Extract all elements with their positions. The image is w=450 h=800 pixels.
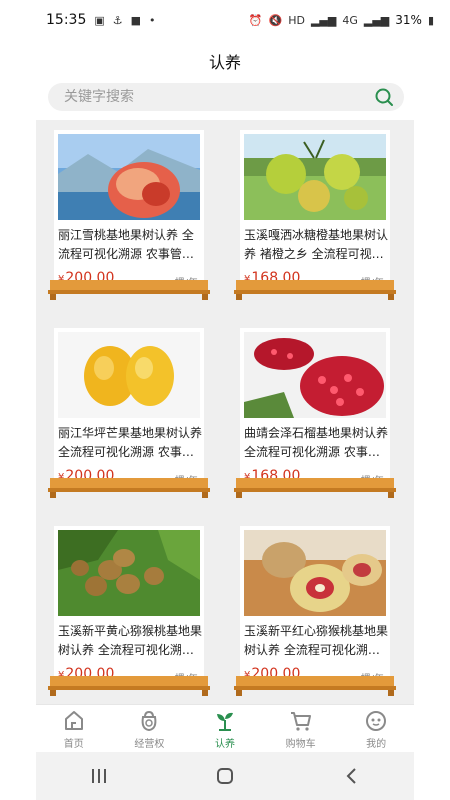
- mute-icon: 🔇: [268, 13, 283, 27]
- alarm-icon: ⏰: [248, 13, 263, 27]
- card-body[interactable]: 曲靖会泽石榴基地果树认养 全流程可视化溯源 农事… ¥168.00 棵/年: [240, 328, 390, 488]
- message-icon: ■: [130, 13, 142, 27]
- product-title[interactable]: 曲靖会泽石榴基地果树认养 全流程可视化溯源 农事…: [244, 424, 390, 464]
- tab-label: 我的: [366, 738, 387, 750]
- face-icon: [366, 710, 387, 731]
- page-title: 认养: [208, 53, 241, 72]
- signal-label: 4G: [342, 13, 358, 27]
- recent-apps-icon: [92, 769, 106, 783]
- product-list[interactable]: 丽江雪桃基地果树认养 全流程可视化溯源 农事管… ¥200.00 棵/年: [36, 120, 414, 704]
- battery-icon: ▮: [427, 13, 434, 27]
- bag-icon: [142, 710, 157, 731]
- product-title[interactable]: 玉溪嘎洒冰糖橙基地果树认养 褚橙之乡 全流程可视…: [244, 226, 390, 266]
- shelf-decoration: [234, 676, 396, 696]
- home-icon: [64, 710, 83, 730]
- home-square-icon: [217, 768, 233, 784]
- search-input[interactable]: [62, 88, 374, 106]
- product-card[interactable]: 丽江雪桃基地果树认养 全流程可视化溯源 农事管… ¥200.00 棵/年: [48, 120, 210, 302]
- status-left: 15:35 ▣ ⚓ ■ •: [46, 12, 156, 28]
- product-image-kiwi[interactable]: [58, 530, 200, 616]
- tab-home[interactable]: 首页: [36, 705, 112, 753]
- status-time: 15:35: [46, 12, 87, 28]
- product-card[interactable]: 曲靖会泽石榴基地果树认养 全流程可视化溯源 农事… ¥168.00 棵/年: [234, 318, 396, 500]
- product-title[interactable]: 玉溪新平红心猕猴桃基地果树认养 全流程可视化溯…: [244, 622, 390, 662]
- tab-label: 首页: [63, 738, 84, 750]
- card-body[interactable]: 丽江华坪芒果基地果树认养 全流程可视化溯源 农事… ¥200.00 棵/年: [54, 328, 204, 488]
- recent-apps-button[interactable]: [79, 761, 119, 791]
- anchor-icon: ⚓: [112, 13, 123, 27]
- tab-label: 认养: [214, 738, 235, 750]
- signal-icon-2: ▂▄▆: [363, 13, 390, 27]
- shelf-decoration: [48, 676, 210, 696]
- search-icon[interactable]: [374, 87, 394, 107]
- status-bar: 15:35 ▣ ⚓ ■ • ⏰ 🔇 HD ▂▄▆ 4G ▂▄▆ 31% ▮: [0, 0, 450, 40]
- search-bar[interactable]: [48, 83, 404, 111]
- product-title[interactable]: 玉溪新平黄心猕猴桃基地果树认养 全流程可视化溯…: [58, 622, 204, 662]
- card-body[interactable]: 丽江雪桃基地果树认养 全流程可视化溯源 农事管… ¥200.00 棵/年: [54, 130, 204, 290]
- product-card[interactable]: 玉溪嘎洒冰糖橙基地果树认养 褚橙之乡 全流程可视… ¥168.00 棵/年: [234, 120, 396, 302]
- shelf-decoration: [48, 280, 210, 300]
- bottom-tab-bar: 首页 经营权 认养 购物车 我的: [36, 704, 414, 753]
- product-image-peach[interactable]: [58, 134, 200, 220]
- dot-icon: •: [149, 13, 156, 27]
- card-body[interactable]: 玉溪新平黄心猕猴桃基地果树认养 全流程可视化溯… ¥200.00 棵/年: [54, 526, 204, 686]
- product-card[interactable]: 丽江华坪芒果基地果树认养 全流程可视化溯源 农事… ¥200.00 棵/年: [48, 318, 210, 500]
- product-image-pomegranate[interactable]: [244, 332, 386, 418]
- tab-adopt[interactable]: 认养: [187, 705, 263, 753]
- shelf-decoration: [48, 478, 210, 498]
- back-chevron-icon: [346, 768, 356, 784]
- tab-mine[interactable]: 我的: [338, 705, 414, 753]
- tab-cart[interactable]: 购物车: [263, 705, 339, 753]
- product-image-orange[interactable]: [244, 134, 386, 220]
- sprout-icon: [216, 712, 233, 731]
- product-title[interactable]: 丽江华坪芒果基地果树认养 全流程可视化溯源 农事…: [58, 424, 204, 464]
- back-button[interactable]: [331, 761, 371, 791]
- card-body[interactable]: 玉溪新平红心猕猴桃基地果树认养 全流程可视化溯… ¥200.00 棵/年: [240, 526, 390, 686]
- system-nav-bar: [36, 752, 414, 800]
- product-image-red-kiwi[interactable]: [244, 530, 386, 616]
- product-card[interactable]: 玉溪新平黄心猕猴桃基地果树认养 全流程可视化溯… ¥200.00 棵/年: [48, 516, 210, 698]
- tab-operation-rights[interactable]: 经营权: [112, 705, 188, 753]
- product-card[interactable]: 玉溪新平红心猕猴桃基地果树认养 全流程可视化溯… ¥200.00 棵/年: [234, 516, 396, 698]
- battery-percent: 31%: [395, 13, 422, 27]
- net-label: HD: [288, 13, 305, 27]
- tab-label: 购物车: [285, 738, 316, 750]
- home-button[interactable]: [205, 761, 245, 791]
- product-title[interactable]: 丽江雪桃基地果树认养 全流程可视化溯源 农事管…: [58, 226, 204, 266]
- status-right: ⏰ 🔇 HD ▂▄▆ 4G ▂▄▆ 31% ▮: [249, 13, 434, 27]
- shelf-decoration: [234, 280, 396, 300]
- tab-label: 经营权: [134, 738, 165, 750]
- signal-icon: ▂▄▆: [310, 13, 337, 27]
- cart-icon: [290, 711, 311, 731]
- shelf-decoration: [234, 478, 396, 498]
- product-image-mango[interactable]: [58, 332, 200, 418]
- gallery-icon: ▣: [94, 13, 105, 27]
- card-body[interactable]: 玉溪嘎洒冰糖橙基地果树认养 褚橙之乡 全流程可视… ¥168.00 棵/年: [240, 130, 390, 290]
